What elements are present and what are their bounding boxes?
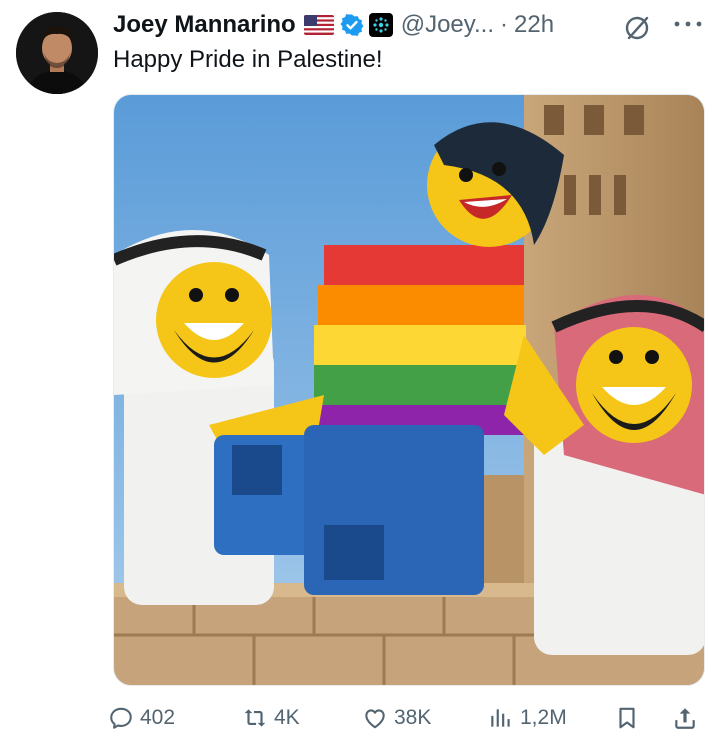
analytics-icon (491, 709, 510, 727)
author-avatar[interactable] (16, 12, 98, 94)
share-button[interactable] (672, 698, 698, 738)
verified-badge-icon[interactable] (340, 13, 364, 37)
tweet-text: Happy Pride in Palestine! (113, 46, 383, 73)
affiliate-badge-icon[interactable] (368, 13, 393, 37)
author-name[interactable]: Joey Mannarino (113, 11, 296, 39)
reply-count: 402 (140, 706, 176, 729)
tweet-action-bar: 402 4K 38K 1,2M (0, 698, 720, 738)
more-options-icon[interactable] (668, 12, 708, 36)
us-flag-icon (303, 15, 334, 35)
view-count: 1,2M (520, 706, 567, 729)
bookmark-button[interactable] (614, 698, 640, 738)
share-icon (675, 708, 695, 729)
repost-count: 4K (274, 706, 300, 729)
tweet-header: Joey Mannarino @Joey... · 22h (113, 8, 554, 42)
bookmark-icon (619, 707, 635, 729)
separator-dot: · (500, 11, 508, 38)
tweet-image[interactable] (113, 94, 705, 686)
views-button[interactable]: 1,2M (488, 698, 567, 738)
grok-icon[interactable] (622, 13, 652, 43)
repost-icon (244, 709, 266, 727)
tweet-timestamp[interactable]: 22h (514, 11, 554, 39)
heart-icon (365, 709, 385, 729)
reply-icon (110, 707, 132, 729)
like-count: 38K (394, 706, 432, 729)
reply-button[interactable]: 402 (108, 698, 175, 738)
repost-button[interactable]: 4K (242, 698, 300, 738)
author-handle[interactable]: @Joey... (401, 11, 494, 39)
like-button[interactable]: 38K (362, 698, 431, 738)
